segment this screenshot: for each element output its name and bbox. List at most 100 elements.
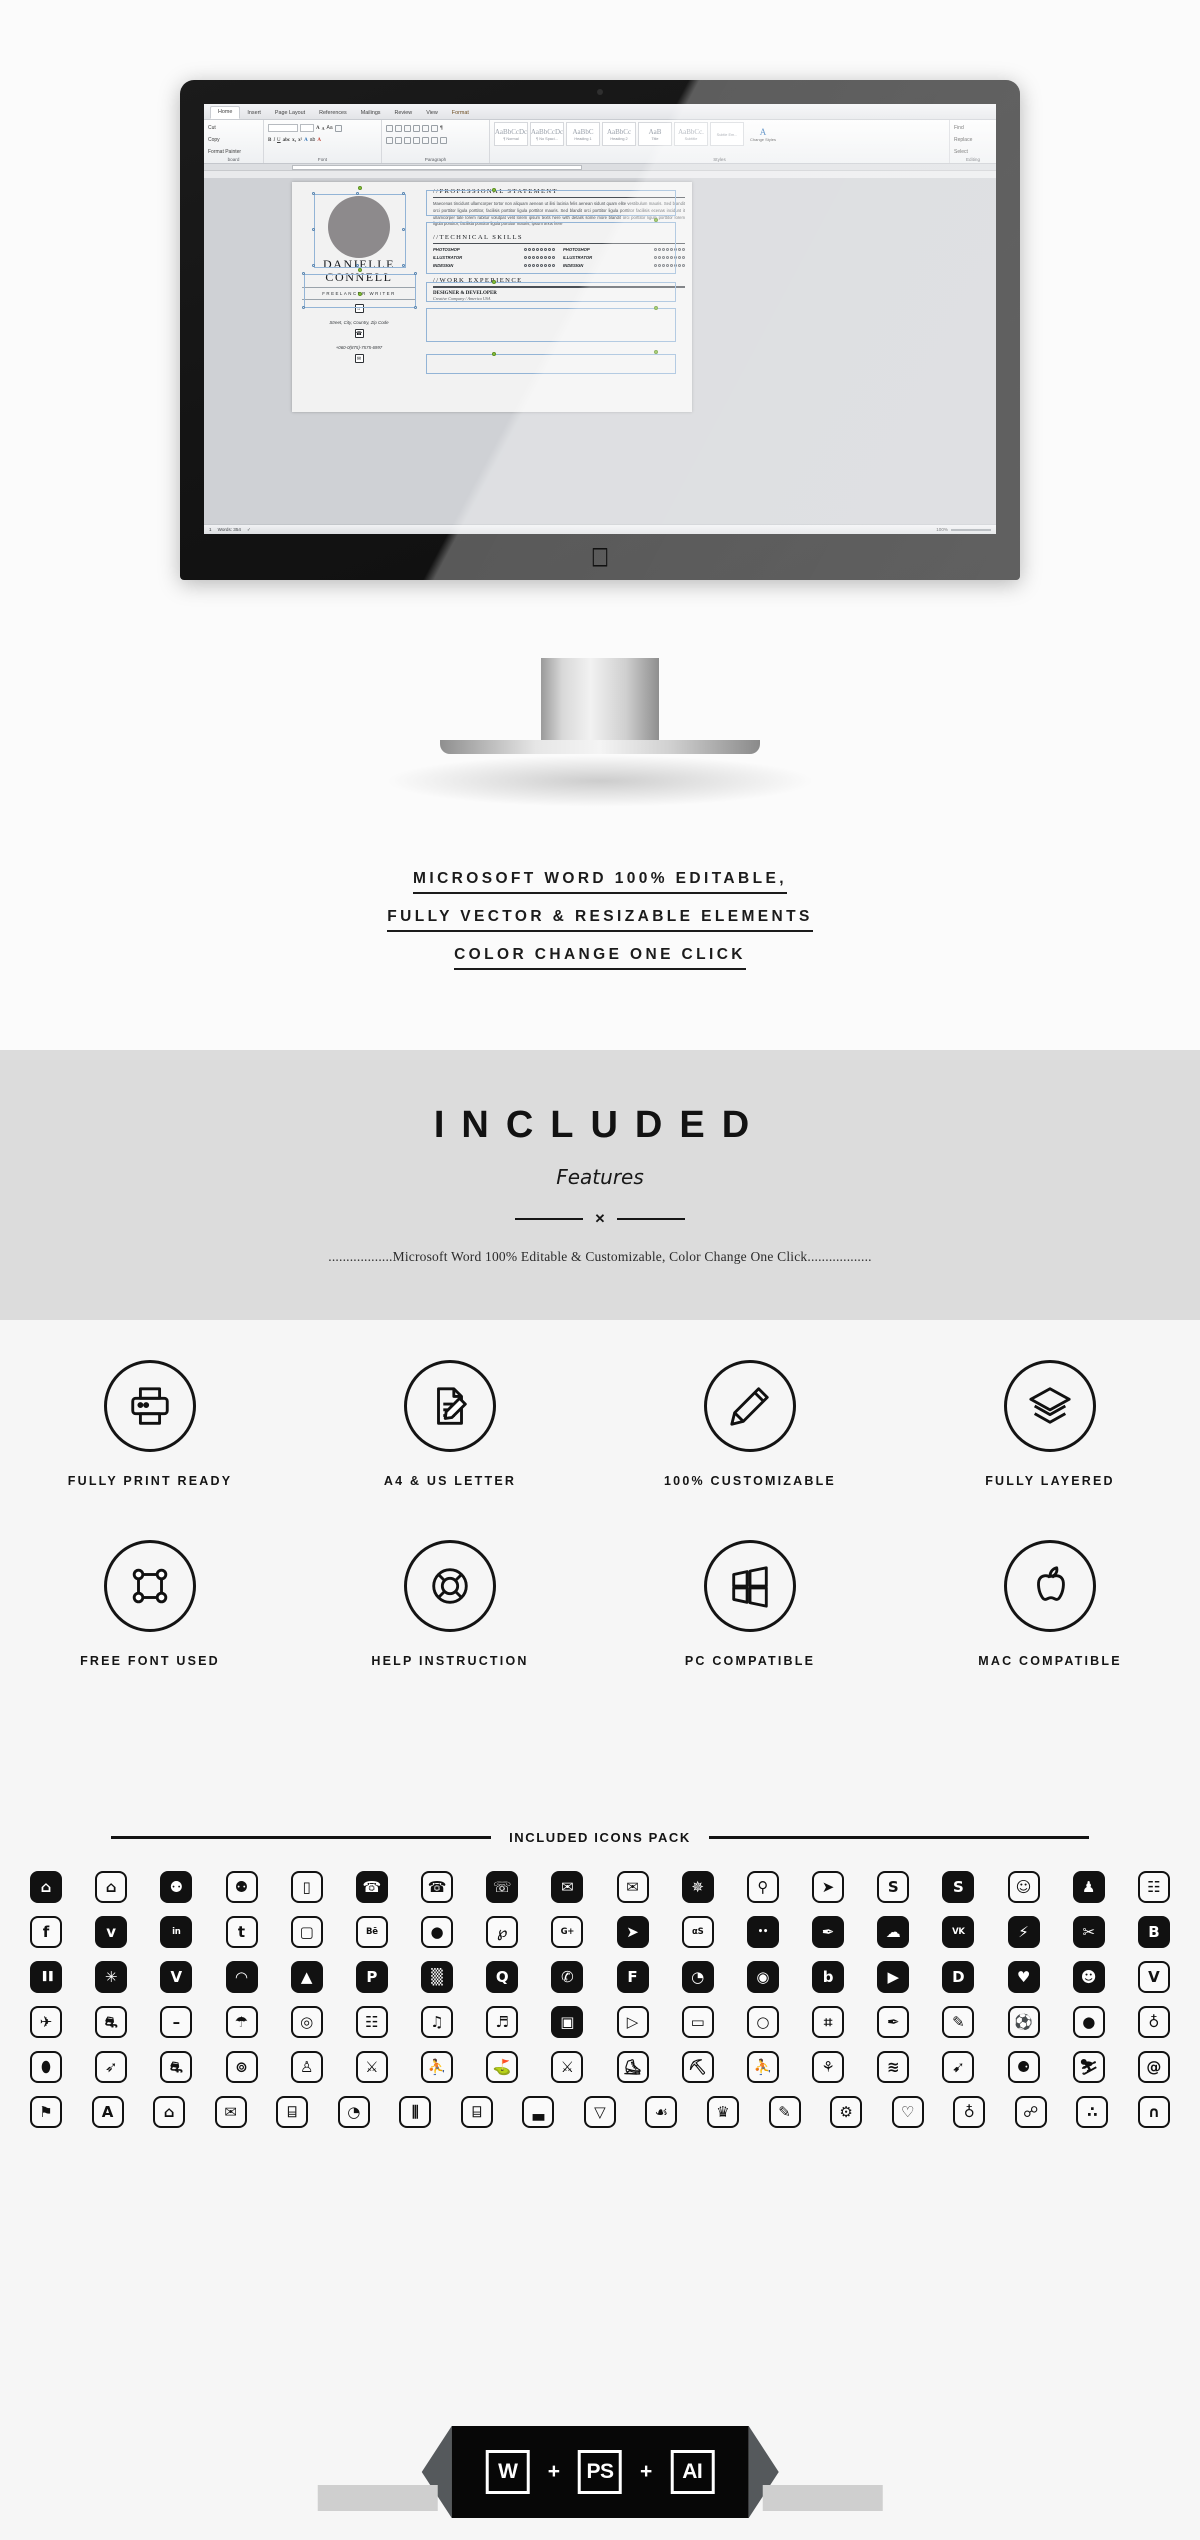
pie-chart-icon[interactable]: ◔ (337, 2096, 370, 2128)
highlight-icon[interactable]: ab (310, 137, 316, 143)
tv-icon[interactable]: ▭ (681, 2006, 714, 2038)
style-normal[interactable]: AaBbCcDc ¶ Normal (494, 122, 528, 146)
style-no-spacing[interactable]: AaBbCcDc ¶ No Spaci... (530, 122, 564, 146)
airplane-icon[interactable]: ✈ (30, 2006, 62, 2038)
borders-icon[interactable] (440, 136, 447, 144)
font-size-select[interactable] (300, 124, 314, 132)
phone-solid-icon[interactable]: ☎ (355, 1871, 388, 1903)
style-title[interactable]: AaB Title (638, 122, 672, 146)
swimming-icon[interactable]: ≋ (877, 2051, 910, 2083)
feature-free-font-used[interactable]: FREE FONT USED (0, 1540, 300, 1668)
feature-pc-compatible[interactable]: PC COMPATIBLE (600, 1540, 900, 1668)
gamepad-icon[interactable]: ⌗ (812, 2006, 845, 2038)
line-spacing-icon[interactable] (422, 136, 429, 144)
text-effects-icon[interactable]: A (304, 138, 308, 143)
chart-board-icon[interactable]: ⌸ (460, 2096, 493, 2128)
shrink-font-icon[interactable]: A (322, 126, 325, 131)
tumblr-icon[interactable]: t (225, 1916, 258, 1948)
cycling-icon[interactable]: ⊚ (225, 2051, 258, 2083)
home-outline-icon[interactable]: ⌂ (95, 1871, 128, 1903)
map-pin-outline-icon[interactable]: ⚉ (225, 1871, 258, 1903)
sliders-icon[interactable]: ⫼ (399, 2096, 432, 2128)
styles-gallery[interactable]: AaBbCcDc ¶ Normal AaBbCcDc ¶ No Spaci...… (494, 122, 945, 146)
dumbbell2-icon[interactable]: ⛏ (681, 2051, 714, 2083)
gymnastics-icon[interactable]: ⚘ (812, 2051, 845, 2083)
target-icon[interactable]: ◎ (290, 2006, 323, 2038)
camera-icon[interactable]: ▣ (551, 2006, 584, 2038)
feather-icon[interactable]: ✒ (812, 1916, 845, 1948)
music-note-icon[interactable]: ♫ (421, 2006, 454, 2038)
contact-book-icon[interactable]: ☷ (1137, 1871, 1170, 1903)
tab-page-layout[interactable]: Page Layout (268, 108, 312, 119)
pinterest-icon[interactable]: ℘ (486, 1916, 519, 1948)
pencil2-icon[interactable]: ✎ (768, 2096, 801, 2128)
golf-icon[interactable]: ⛳ (486, 2051, 519, 2083)
home-solid-icon[interactable]: ⌂ (30, 1871, 62, 1903)
word-document-canvas[interactable]: DANIELLE CONNELL FREELANCER WRITER ⌂ Str… (204, 178, 996, 524)
subscript-button[interactable]: x₂ (292, 138, 296, 143)
change-styles-button[interactable]: A Change Styles (750, 127, 776, 142)
medal-icon[interactable]: ♁ (1137, 2006, 1170, 2038)
car-icon[interactable]: ⛐ (95, 2006, 128, 2038)
tab-format[interactable]: Format (445, 108, 476, 119)
bold-button[interactable]: B (268, 138, 271, 143)
whatsapp-icon[interactable]: ✆ (551, 1961, 584, 1993)
bicycle-icon[interactable]: ⛐ (160, 2051, 193, 2083)
paper-plane-icon[interactable]: ➤ (812, 1871, 845, 1903)
map-pin-solid-icon[interactable]: ⚉ (160, 1871, 193, 1903)
ameba-icon[interactable]: αS (681, 1916, 714, 1948)
format-painter-button[interactable]: Format Painter (208, 149, 241, 155)
find-button[interactable]: Find (954, 125, 964, 131)
graduation-cap-icon[interactable]: ⚑ (30, 2096, 62, 2128)
bowling-icon[interactable]: ♙ (290, 2051, 323, 2083)
grow-font-icon[interactable]: A (316, 126, 320, 131)
mouse-icon[interactable]: ○ (746, 2006, 779, 2038)
gear-icon[interactable]: ⚙ (830, 2096, 863, 2128)
align-center-icon[interactable] (395, 136, 402, 144)
magnet-icon[interactable]: ∩ (1137, 2096, 1170, 2128)
mail-document-icon[interactable]: ✉ (214, 2096, 247, 2128)
tab-insert[interactable]: Insert (240, 108, 267, 119)
video-camera-icon[interactable]: ▷ (616, 2006, 649, 2038)
google-plus-icon[interactable]: G+ (551, 1916, 584, 1948)
proofing-icon[interactable]: ✓ (247, 527, 251, 533)
rss-icon[interactable]: ◠ (225, 1961, 258, 1993)
billiards-icon[interactable]: ⚈ (1007, 2051, 1040, 2083)
asterisk-icon[interactable]: ✳ (95, 1961, 128, 1993)
multilevel-list-icon[interactable] (404, 124, 411, 132)
globe-icon[interactable]: ♁ (953, 2096, 986, 2128)
book-icon[interactable]: A (91, 2096, 124, 2128)
pen-icon[interactable]: ✎ (942, 2006, 975, 2038)
quora-icon[interactable]: Q (486, 1961, 519, 1993)
align-right-icon[interactable] (404, 136, 411, 144)
word-ruler[interactable] (204, 164, 996, 171)
clear-formatting-icon[interactable] (334, 124, 342, 132)
spotify-icon[interactable]: ◉ (746, 1961, 779, 1993)
athlete-icon[interactable]: ⛹ (746, 2051, 779, 2083)
italic-button[interactable]: I (273, 138, 275, 143)
user-solid-icon[interactable]: ♟ (1072, 1871, 1105, 1903)
resume-page[interactable]: DANIELLE CONNELL FREELANCER WRITER ⌂ Str… (292, 182, 692, 412)
profile-photo-placeholder[interactable] (328, 196, 390, 258)
shading-icon[interactable] (431, 136, 438, 144)
scissors-icon[interactable]: ✂ (1072, 1916, 1105, 1948)
user-outline-icon[interactable]: ☺ (1007, 1871, 1040, 1903)
style-heading-1[interactable]: AaBbC Heading 1 (566, 122, 600, 146)
blogger-icon[interactable]: B (1137, 1916, 1170, 1948)
karate-icon[interactable]: ⚔ (355, 2051, 388, 2083)
skype-outline-icon[interactable]: S (877, 1871, 910, 1903)
loading-dots-icon[interactable]: ✵ (681, 1871, 714, 1903)
select-button[interactable]: Select (954, 149, 968, 155)
style-subtitle[interactable]: AaBbCc. Subtitle (674, 122, 708, 146)
justify-icon[interactable] (413, 136, 420, 144)
andrea-icon[interactable]: ▲ (290, 1961, 323, 1993)
running-icon[interactable]: ⛹ (421, 2051, 454, 2083)
headphones-icon[interactable]: ♬ (486, 2006, 519, 2038)
film-icon[interactable]: ☷ (355, 2006, 388, 2038)
underline-button[interactable]: U (277, 138, 281, 143)
ice-skate-icon[interactable]: ⛸ (616, 2051, 649, 2083)
rocket-icon[interactable]: ➶ (95, 2051, 128, 2083)
tab-home[interactable]: Home (210, 106, 241, 119)
feature-fully-layered[interactable]: FULLY LAYERED (900, 1360, 1200, 1488)
feature-mac-compatible[interactable]: MAC COMPATIBLE (900, 1540, 1200, 1668)
